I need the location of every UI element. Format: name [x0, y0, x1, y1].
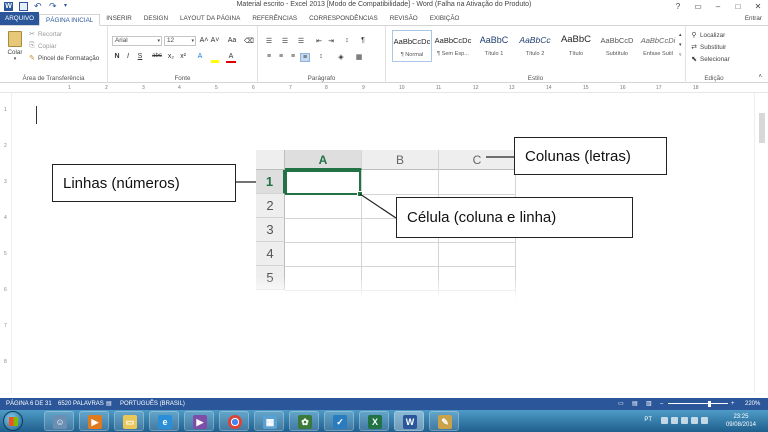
volume-icon[interactable]	[701, 417, 708, 424]
callout-columns: Colunas (letras)	[514, 137, 667, 175]
zoom-level[interactable]: 220%	[745, 398, 760, 410]
taskbar-app-ie[interactable]: e	[149, 411, 179, 431]
callout-rows: Linhas (números)	[52, 164, 236, 202]
clock-time: 23:25	[733, 414, 749, 420]
zoom-slider-thumb[interactable]	[708, 401, 711, 407]
word-count[interactable]: 6520 PALAVRAS	[58, 398, 104, 410]
callout-connectors	[236, 156, 514, 219]
taskbar: ☺ ▶ ▭ e ▶ ▦ ✿ ✓ X W ✎ PT 23:25 09/08/201…	[0, 410, 768, 432]
scrollbar-thumb[interactable]	[759, 113, 765, 143]
taskbar-app-media[interactable]: ▶	[79, 411, 109, 431]
taskbar-app-network[interactable]: ✿	[289, 411, 319, 431]
print-layout-icon[interactable]: ▤	[632, 398, 638, 410]
proofing-icon[interactable]: ▤	[106, 398, 112, 410]
taskbar-app-paint[interactable]: ✎	[429, 411, 459, 431]
start-button[interactable]	[3, 411, 23, 431]
user-icon: ☺	[53, 415, 67, 429]
media-player-icon: ▶	[88, 415, 102, 429]
network-icon: ✿	[298, 415, 312, 429]
read-mode-icon[interactable]: ▭	[618, 398, 624, 410]
tray-icon[interactable]	[671, 417, 678, 424]
image-viewer-icon: ▦	[263, 415, 277, 429]
taskbar-app-user[interactable]: ☺	[44, 411, 74, 431]
cell-connector	[359, 193, 397, 219]
paint-icon: ✎	[438, 415, 452, 429]
tray-icon[interactable]	[681, 417, 688, 424]
page-count[interactable]: PÁGINA 6 DE 31	[6, 398, 52, 410]
web-layout-icon[interactable]: ▥	[646, 398, 652, 410]
windows-logo-icon	[9, 417, 18, 426]
word-icon: W	[403, 415, 417, 429]
taskbar-app-viewer[interactable]: ▦	[254, 411, 284, 431]
folder-icon: ▭	[123, 415, 137, 429]
internet-explorer-icon: e	[158, 415, 172, 429]
taskbar-app-excel[interactable]: X	[359, 411, 389, 431]
input-language[interactable]: PT	[644, 417, 652, 423]
clock[interactable]: 23:25 09/08/2014	[726, 413, 756, 429]
taskbar-app-chrome[interactable]	[219, 411, 249, 431]
zoom-out-icon[interactable]: –	[660, 398, 663, 410]
zoom-slider[interactable]	[668, 403, 728, 404]
system-tray: PT 23:25 09/08/2014	[624, 410, 764, 432]
language-status[interactable]: PORTUGUÊS (BRASIL)	[120, 398, 185, 410]
clock-date: 09/08/2014	[725, 422, 756, 428]
check-icon: ✓	[333, 415, 347, 429]
chrome-icon	[228, 415, 242, 429]
video-icon: ▶	[193, 415, 207, 429]
taskbar-app-explorer[interactable]: ▭	[114, 411, 144, 431]
zoom-in-icon[interactable]: +	[731, 398, 735, 410]
network-status-icon[interactable]	[691, 417, 698, 424]
vertical-scrollbar[interactable]	[754, 93, 768, 393]
status-bar: PÁGINA 6 DE 31 6520 PALAVRAS ▤ PORTUGUÊS…	[0, 398, 768, 410]
tray-icon[interactable]	[661, 417, 668, 424]
taskbar-app-check[interactable]: ✓	[324, 411, 354, 431]
callout-cell: Célula (coluna e linha)	[396, 197, 633, 238]
excel-icon: X	[368, 415, 382, 429]
taskbar-app-media-2[interactable]: ▶	[184, 411, 214, 431]
taskbar-app-word[interactable]: W	[394, 411, 424, 431]
